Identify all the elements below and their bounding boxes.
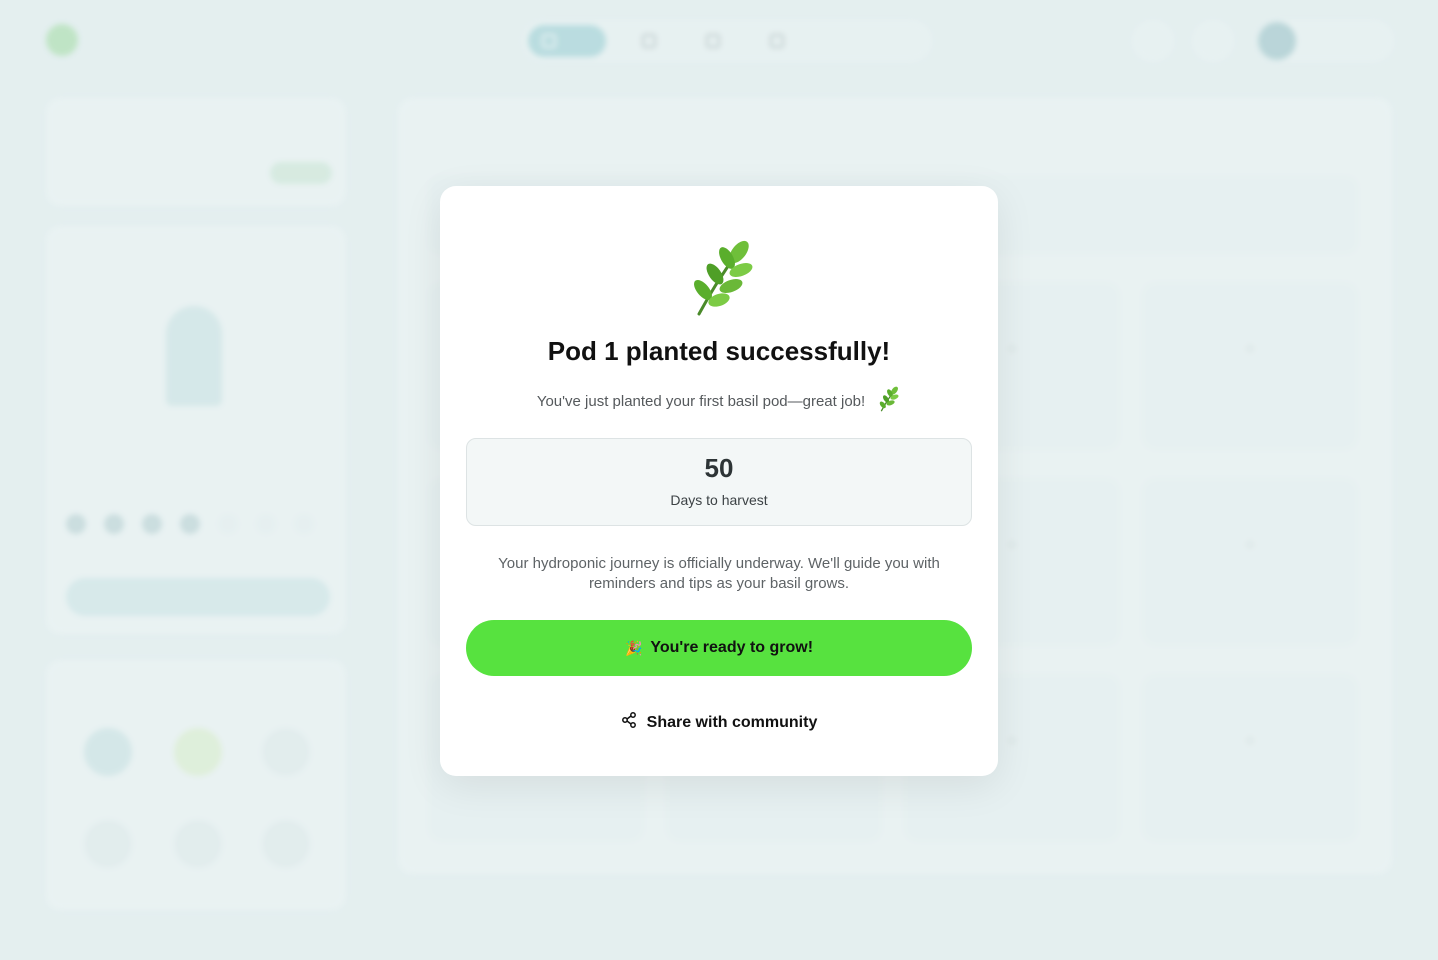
share-icon [621,712,637,733]
success-modal: Pod 1 planted successfully! You've just … [440,186,998,776]
herb-icon [440,238,998,323]
share-with-community-button[interactable]: Share with community [440,712,998,733]
herb-icon [875,386,901,416]
modal-description: Your hydroponic journey is officially un… [498,555,940,592]
days-to-harvest-label: Days to harvest [670,492,768,508]
ready-to-grow-label: You're ready to grow! [650,639,814,656]
ready-to-grow-button[interactable]: 🎉 You're ready to grow! [466,620,972,676]
days-to-harvest-value: 50 [704,453,734,483]
party-popper-icon: 🎉 [624,639,643,656]
days-to-harvest-stat: 50 Days to harvest [466,438,972,526]
modal-subtitle-text: You've just planted your first basil pod… [536,392,866,410]
share-label: Share with community [646,713,818,731]
modal-subtitle: You've just planted your first basil pod… [440,386,998,416]
modal-title: Pod 1 planted successfully! [547,336,891,366]
